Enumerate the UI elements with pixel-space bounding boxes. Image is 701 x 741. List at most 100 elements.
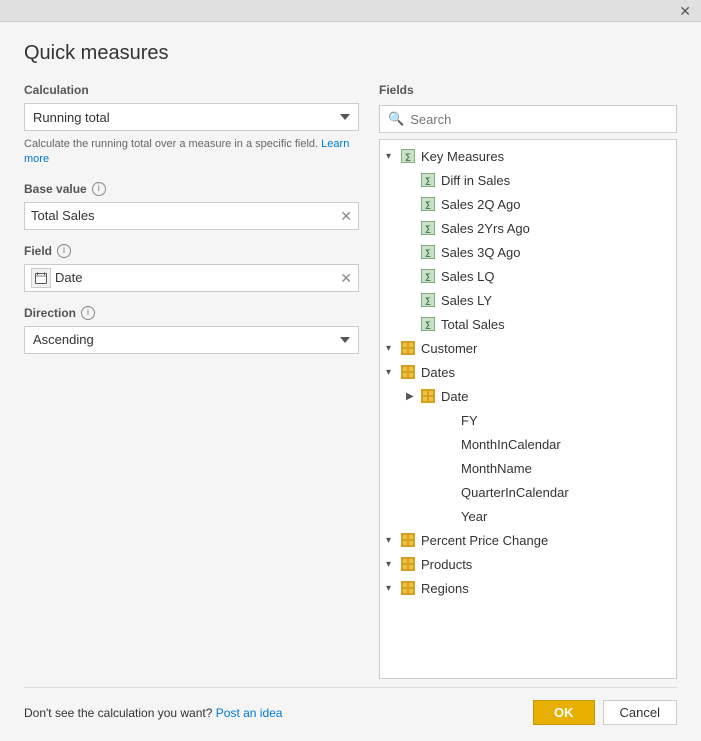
year-label: Year — [461, 509, 487, 524]
footer-buttons: OK Cancel — [533, 700, 677, 725]
field-info-icon: i — [57, 244, 71, 258]
fields-label: Fields — [379, 83, 677, 97]
search-input[interactable] — [410, 112, 668, 127]
percent-price-change-label: Percent Price Change — [421, 533, 548, 548]
left-column: Calculation Running total Calculate the … — [24, 83, 359, 679]
chevron-right-icon: ▾ — [386, 559, 400, 570]
field-input[interactable]: Date ✕ — [24, 264, 359, 292]
base-value-text: Total Sales — [31, 208, 340, 223]
sales-lq-label: Sales LQ — [441, 269, 494, 284]
table-icon — [400, 340, 416, 356]
field-clear-button[interactable]: ✕ — [340, 271, 352, 285]
list-item[interactable]: ∑ Total Sales — [400, 312, 676, 336]
chevron-right-icon: ▾ — [386, 343, 400, 354]
table-icon — [420, 388, 436, 404]
direction-select[interactable]: Ascending Descending — [24, 326, 359, 354]
table-icon — [400, 580, 416, 596]
base-value-info-icon: i — [92, 182, 106, 196]
list-item[interactable]: FY — [420, 408, 676, 432]
measure-icon: ∑ — [420, 172, 436, 188]
base-value-input[interactable]: Total Sales ✕ — [24, 202, 359, 230]
tree-group-key-measures[interactable]: ▾ ∑ Key Measures — [380, 144, 676, 168]
sales-ly-label: Sales LY — [441, 293, 492, 308]
calculation-label: Calculation — [24, 83, 359, 97]
list-item[interactable]: MonthInCalendar — [420, 432, 676, 456]
table-icon — [400, 556, 416, 572]
measure-icon: ∑ — [420, 196, 436, 212]
sales-3q-ago-label: Sales 3Q Ago — [441, 245, 521, 260]
list-item[interactable]: ∑ Sales LQ — [400, 264, 676, 288]
diff-in-sales-label: Diff in Sales — [441, 173, 510, 188]
customer-label: Customer — [421, 341, 477, 356]
list-item[interactable]: MonthName — [420, 456, 676, 480]
chevron-down-icon: ▾ — [386, 367, 400, 378]
field-value-text: Date — [55, 270, 340, 285]
tree-group-customer[interactable]: ▾ Customer — [380, 336, 676, 360]
direction-label: Direction — [24, 306, 76, 320]
month-name-label: MonthName — [461, 461, 532, 476]
quarter-in-calendar-label: QuarterInCalendar — [461, 485, 569, 500]
sales-2yrs-ago-label: Sales 2Yrs Ago — [441, 221, 530, 236]
list-item[interactable]: ∑ Sales 3Q Ago — [400, 240, 676, 264]
field-date-icon[interactable] — [31, 268, 51, 288]
quick-measures-dialog: ✕ Quick measures Calculation Running tot… — [0, 0, 701, 741]
cancel-button[interactable]: Cancel — [603, 700, 677, 725]
measure-icon: ∑ — [420, 244, 436, 260]
tree-group-dates[interactable]: ▾ Dates — [380, 360, 676, 384]
list-item[interactable]: ∑ Diff in Sales — [400, 168, 676, 192]
post-idea-link[interactable]: Post an idea — [216, 706, 283, 720]
chevron-right-icon: ▾ — [386, 583, 400, 594]
list-item[interactable]: ∑ Sales LY — [400, 288, 676, 312]
list-item[interactable]: Year — [420, 504, 676, 528]
tree-group-regions[interactable]: ▾ Regions — [380, 576, 676, 600]
close-button[interactable]: ✕ — [675, 4, 695, 18]
field-section: Field i Date ✕ — [24, 244, 359, 292]
sales-2q-ago-label: Sales 2Q Ago — [441, 197, 521, 212]
direction-section: Direction i Ascending Descending — [24, 306, 359, 354]
search-box: 🔍 — [379, 105, 677, 133]
base-value-clear-button[interactable]: ✕ — [340, 209, 352, 223]
list-item[interactable]: ∑ Sales 2Q Ago — [400, 192, 676, 216]
products-label: Products — [421, 557, 472, 572]
measure-icon: ∑ — [420, 220, 436, 236]
tree-group-date[interactable]: ▶ Date — [400, 384, 676, 408]
field-label: Field — [24, 244, 52, 258]
base-value-label: Base value — [24, 182, 87, 196]
fields-tree: ▾ ∑ Key Measures ∑ Diff in Sales — [379, 139, 677, 679]
chevron-right-icon: ▾ — [386, 535, 400, 546]
regions-label: Regions — [421, 581, 469, 596]
title-bar: ✕ — [0, 0, 701, 22]
dialog-title: Quick measures — [24, 42, 677, 65]
list-item[interactable]: QuarterInCalendar — [420, 480, 676, 504]
key-measures-children: ∑ Diff in Sales ∑ Sales 2Q Ago ∑ Sales 2… — [380, 168, 676, 336]
chevron-down-icon: ▾ — [386, 151, 400, 162]
measure-icon: ∑ — [420, 316, 436, 332]
direction-info-icon: i — [81, 306, 95, 320]
ok-button[interactable]: OK — [533, 700, 595, 725]
dates-label: Dates — [421, 365, 455, 380]
date-children: FY MonthInCalendar MonthName — [400, 408, 676, 528]
footer-text: Don't see the calculation you want? Post… — [24, 706, 282, 720]
right-column: Fields 🔍 ▾ ∑ Key Measures — [379, 83, 677, 679]
calculation-select[interactable]: Running total — [24, 103, 359, 131]
table-icon — [400, 532, 416, 548]
tree-group-products[interactable]: ▾ Products — [380, 552, 676, 576]
base-value-section: Base value i Total Sales ✕ — [24, 182, 359, 230]
measure-icon: ∑ — [401, 149, 415, 163]
list-item[interactable]: ∑ Sales 2Yrs Ago — [400, 216, 676, 240]
key-measures-label: Key Measures — [421, 149, 504, 164]
date-label: Date — [441, 389, 468, 404]
calc-description: Calculate the running total over a measu… — [24, 137, 359, 168]
measure-icon: ∑ — [420, 268, 436, 284]
tree-group-percent-price-change[interactable]: ▾ Percent Price Change — [380, 528, 676, 552]
measure-icon: ∑ — [420, 292, 436, 308]
table-icon — [400, 364, 416, 380]
total-sales-label: Total Sales — [441, 317, 505, 332]
dialog-footer: Don't see the calculation you want? Post… — [24, 687, 677, 725]
fy-label: FY — [461, 413, 478, 428]
search-icon: 🔍 — [388, 111, 404, 127]
month-in-calendar-label: MonthInCalendar — [461, 437, 561, 452]
dates-children: ▶ Date FY — [380, 384, 676, 528]
chevron-right-icon: ▶ — [406, 391, 420, 402]
table-icon: ∑ — [400, 148, 416, 164]
